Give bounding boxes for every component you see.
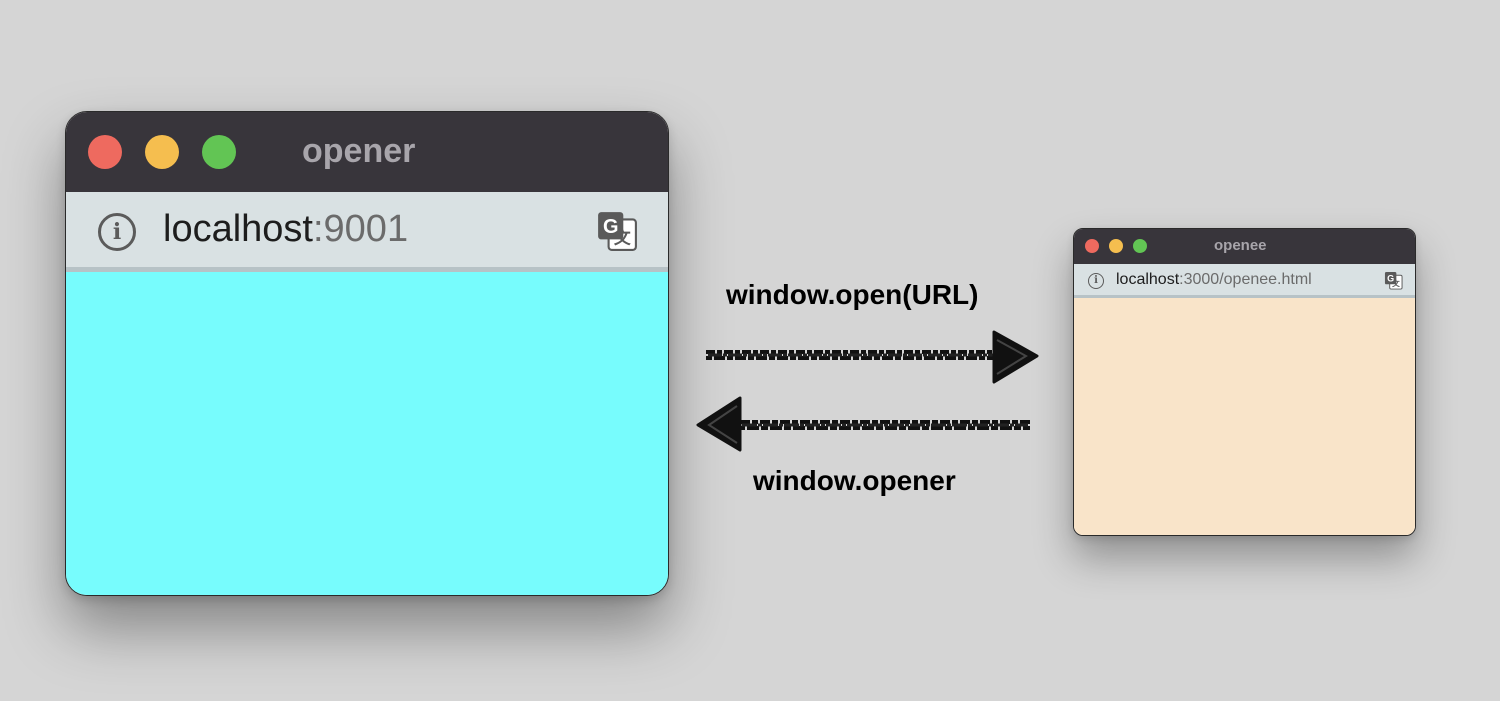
zoom-button[interactable]: [1133, 239, 1147, 253]
svg-text:G: G: [1387, 273, 1394, 283]
minimize-button[interactable]: [1109, 239, 1123, 253]
openee-content: [1074, 298, 1415, 535]
diagram: opener i localhost:9001 文 G window.open(…: [0, 0, 1500, 701]
url-field[interactable]: localhost:3000/openee.html: [1116, 271, 1312, 289]
close-button[interactable]: [1085, 239, 1099, 253]
translate-icon[interactable]: 文 G: [1384, 271, 1403, 290]
openee-titlebar: openee: [1074, 229, 1415, 264]
url-host: localhost: [1116, 271, 1180, 288]
back-arrow: [696, 396, 1030, 452]
url-path: :3000/openee.html: [1179, 271, 1312, 288]
openee-window: openee i localhost:3000/openee.html 文 G: [1073, 228, 1416, 536]
info-icon[interactable]: i: [1088, 273, 1104, 289]
window-title: openee: [1214, 237, 1267, 254]
forward-arrow: [706, 330, 1039, 384]
address-bar[interactable]: i localhost:3000/openee.html 文 G: [1074, 264, 1415, 298]
